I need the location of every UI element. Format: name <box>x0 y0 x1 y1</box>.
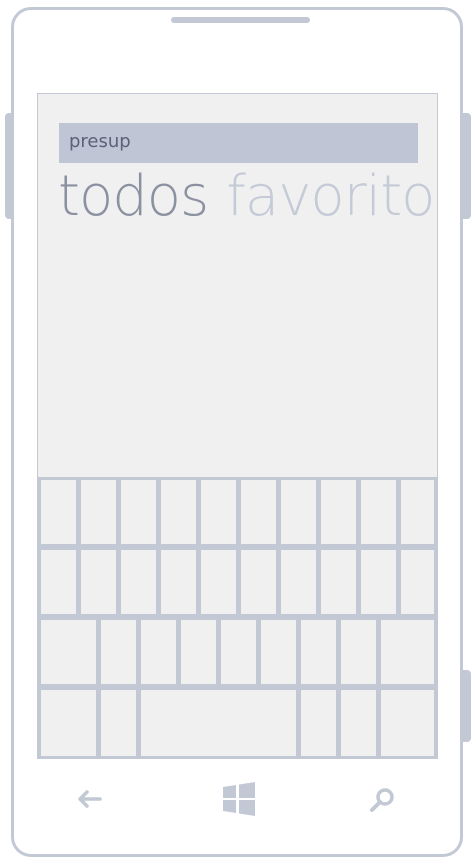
keyboard-key[interactable] <box>201 480 236 544</box>
keyboard-key[interactable] <box>281 480 316 544</box>
keyboard-key[interactable] <box>101 690 136 756</box>
keyboard-key[interactable] <box>221 620 256 684</box>
keyboard-key[interactable] <box>321 480 356 544</box>
keyboard-key[interactable] <box>241 480 276 544</box>
keyboard-key[interactable] <box>41 480 76 544</box>
keyboard-key[interactable] <box>281 550 316 614</box>
keyboard-key[interactable] <box>161 550 196 614</box>
keyboard-key[interactable] <box>361 550 396 614</box>
keyboard-key[interactable] <box>201 550 236 614</box>
keyboard-key[interactable] <box>301 690 336 756</box>
symbols-key[interactable] <box>41 690 96 756</box>
keyboard-key[interactable] <box>241 550 276 614</box>
backspace-key[interactable] <box>381 620 434 684</box>
on-screen-keyboard <box>38 477 437 758</box>
back-arrow-icon[interactable] <box>74 786 104 812</box>
keyboard-key[interactable] <box>181 620 216 684</box>
keyboard-key[interactable] <box>121 480 156 544</box>
screen: presup todos favoritos <box>37 93 438 759</box>
keyboard-key[interactable] <box>81 550 116 614</box>
power-button <box>463 113 471 219</box>
volume-button <box>5 113 13 219</box>
search-input[interactable]: presup <box>59 123 418 163</box>
keyboard-key[interactable] <box>161 480 196 544</box>
pivot-tab-favoritos[interactable]: favoritos <box>226 164 437 229</box>
camera-button <box>463 670 471 742</box>
pivot-tab-todos[interactable]: todos <box>58 164 209 229</box>
shift-key[interactable] <box>41 620 96 684</box>
keyboard-key[interactable] <box>341 620 376 684</box>
search-input-value: presup <box>69 131 131 152</box>
keyboard-key[interactable] <box>101 620 136 684</box>
keyboard-key[interactable] <box>361 480 396 544</box>
search-icon[interactable] <box>368 786 396 814</box>
keyboard-key[interactable] <box>261 620 296 684</box>
keyboard-key[interactable] <box>321 550 356 614</box>
speaker-grille <box>171 17 310 23</box>
keyboard-key[interactable] <box>401 550 434 614</box>
space-key[interactable] <box>141 690 296 756</box>
windows-logo-icon[interactable] <box>222 782 256 816</box>
keyboard-key[interactable] <box>81 480 116 544</box>
keyboard-key[interactable] <box>41 550 76 614</box>
keyboard-key[interactable] <box>401 480 434 544</box>
enter-key[interactable] <box>381 690 434 756</box>
keyboard-key[interactable] <box>141 620 176 684</box>
keyboard-key[interactable] <box>341 690 376 756</box>
keyboard-key[interactable] <box>301 620 336 684</box>
pivot-header: todos favoritos <box>58 162 437 232</box>
keyboard-key[interactable] <box>121 550 156 614</box>
